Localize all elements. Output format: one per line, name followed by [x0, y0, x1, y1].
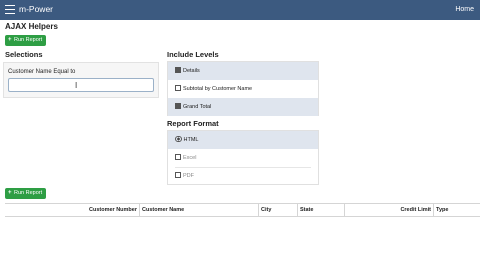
report-format-heading: Report Format — [167, 119, 219, 128]
include-levels-panel: Details Subtotal by Customer Name Grand … — [167, 61, 319, 116]
checkbox-checked-icon[interactable] — [175, 103, 181, 110]
app-title: m-Power — [19, 4, 54, 14]
text-cursor-icon: I — [75, 81, 78, 90]
include-option-label: Details — [183, 68, 200, 74]
column-header-city[interactable]: City — [258, 204, 297, 216]
include-option-grand-total[interactable]: Grand Total — [168, 98, 318, 116]
column-header-customer-name[interactable]: Customer Name — [139, 204, 258, 216]
radio-icon[interactable] — [175, 154, 181, 161]
format-option-excel[interactable]: Excel — [168, 149, 318, 167]
include-option-label: Grand Total — [183, 104, 212, 110]
page-title: AJAX Helpers — [5, 22, 58, 31]
run-report-button-top[interactable]: + Run Report — [5, 35, 47, 46]
customer-name-input[interactable]: I — [8, 78, 154, 92]
home-link[interactable]: Home — [455, 5, 474, 15]
radio-icon[interactable] — [175, 172, 181, 179]
column-header-type[interactable]: Type — [433, 204, 480, 216]
plus-icon: + — [8, 37, 12, 43]
run-report-label: Run Report — [14, 37, 43, 43]
column-header-state[interactable]: State — [297, 204, 344, 216]
checkbox-checked-icon[interactable] — [175, 67, 181, 74]
format-option-label: HTML — [183, 137, 199, 143]
report-table-header: Customer Number Customer Name City State… — [5, 203, 480, 217]
format-option-label: PDF — [183, 173, 194, 179]
include-option-details[interactable]: Details — [168, 62, 318, 80]
hamburger-menu-icon[interactable] — [5, 5, 15, 15]
include-option-subtotal[interactable]: Subtotal by Customer Name — [168, 80, 318, 98]
run-report-button-bottom[interactable]: + Run Report — [5, 188, 47, 199]
customer-name-label: Customer Name Equal to — [8, 69, 76, 75]
include-option-label: Subtotal by Customer Name — [183, 86, 253, 92]
include-levels-heading: Include Levels — [167, 50, 219, 59]
plus-icon: + — [8, 190, 12, 196]
radio-selected-icon[interactable] — [175, 135, 182, 143]
column-header-credit-limit[interactable]: Credit Limit — [344, 204, 433, 216]
format-option-pdf[interactable]: PDF — [168, 167, 318, 185]
format-option-label: Excel — [183, 155, 197, 161]
run-report-label: Run Report — [14, 190, 43, 196]
top-navbar: m-Power Home — [0, 0, 480, 20]
checkbox-icon[interactable] — [175, 85, 181, 92]
selections-heading: Selections — [5, 50, 43, 59]
report-format-panel: HTML Excel PDF — [167, 130, 319, 185]
column-header-customer-number[interactable]: Customer Number — [5, 204, 139, 216]
format-option-html[interactable]: HTML — [168, 131, 318, 149]
selections-panel: Customer Name Equal to I — [3, 62, 159, 98]
